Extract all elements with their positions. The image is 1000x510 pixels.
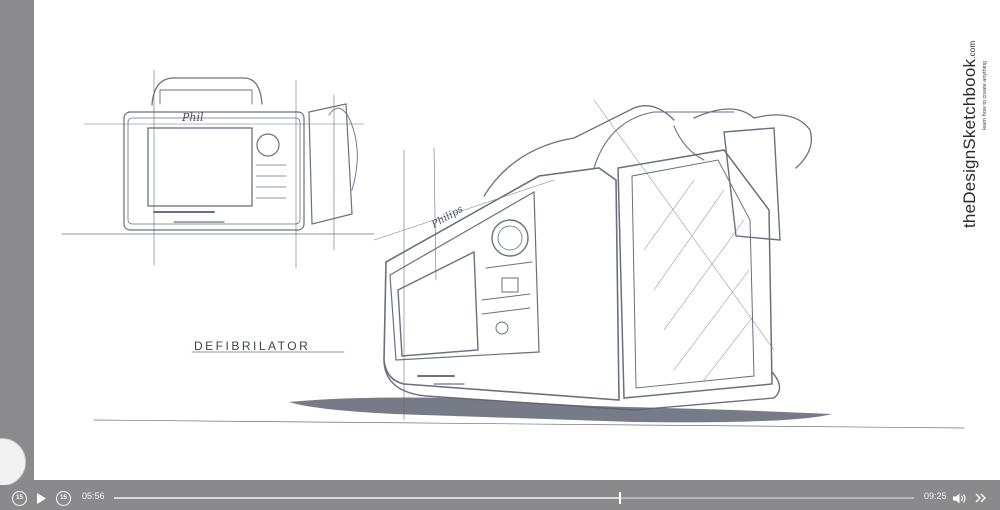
watermark-tagline: learn how to create anything bbox=[982, 60, 988, 130]
left-sidebar-rail bbox=[0, 0, 34, 486]
forward-15-button[interactable]: 15 bbox=[56, 488, 71, 508]
seek-bar-progress bbox=[114, 497, 620, 499]
duration: 09:25 bbox=[924, 491, 947, 501]
seek-bar-thumb[interactable] bbox=[618, 492, 621, 504]
site-watermark: theDesignSketchbook.com learn how to cre… bbox=[954, 12, 994, 242]
perspective-sketch bbox=[93, 99, 965, 429]
brand-scrawl-front: Phil bbox=[181, 111, 204, 124]
front-view-sketch bbox=[61, 69, 375, 269]
seek-bar[interactable] bbox=[114, 492, 914, 504]
forward-15-icon: 15 bbox=[56, 490, 71, 506]
fast-forward-icon bbox=[975, 493, 986, 503]
sketch-label: DEFIBRILATOR bbox=[194, 339, 310, 353]
rewind-15-icon: 15 bbox=[12, 490, 27, 506]
watermark-title: theDesignSketchbook.com bbox=[960, 40, 979, 228]
current-time: 05:56 bbox=[82, 491, 105, 501]
playback-speed-button[interactable] bbox=[974, 488, 988, 508]
sketch-canvas: DEFIBRILATOR Phil Philips theDesignSketc… bbox=[34, 0, 1000, 480]
play-icon bbox=[37, 492, 46, 504]
rewind-15-button[interactable]: 15 bbox=[12, 488, 27, 508]
play-button[interactable] bbox=[34, 488, 48, 508]
volume-button[interactable] bbox=[952, 488, 968, 508]
volume-icon bbox=[953, 493, 966, 503]
ground-shadow bbox=[289, 397, 832, 423]
corner-logo-badge bbox=[0, 438, 26, 486]
sketch-drawing: DEFIBRILATOR Phil Philips bbox=[61, 69, 965, 429]
video-player-controls: 15 15 05:56 09:25 bbox=[0, 485, 1000, 510]
